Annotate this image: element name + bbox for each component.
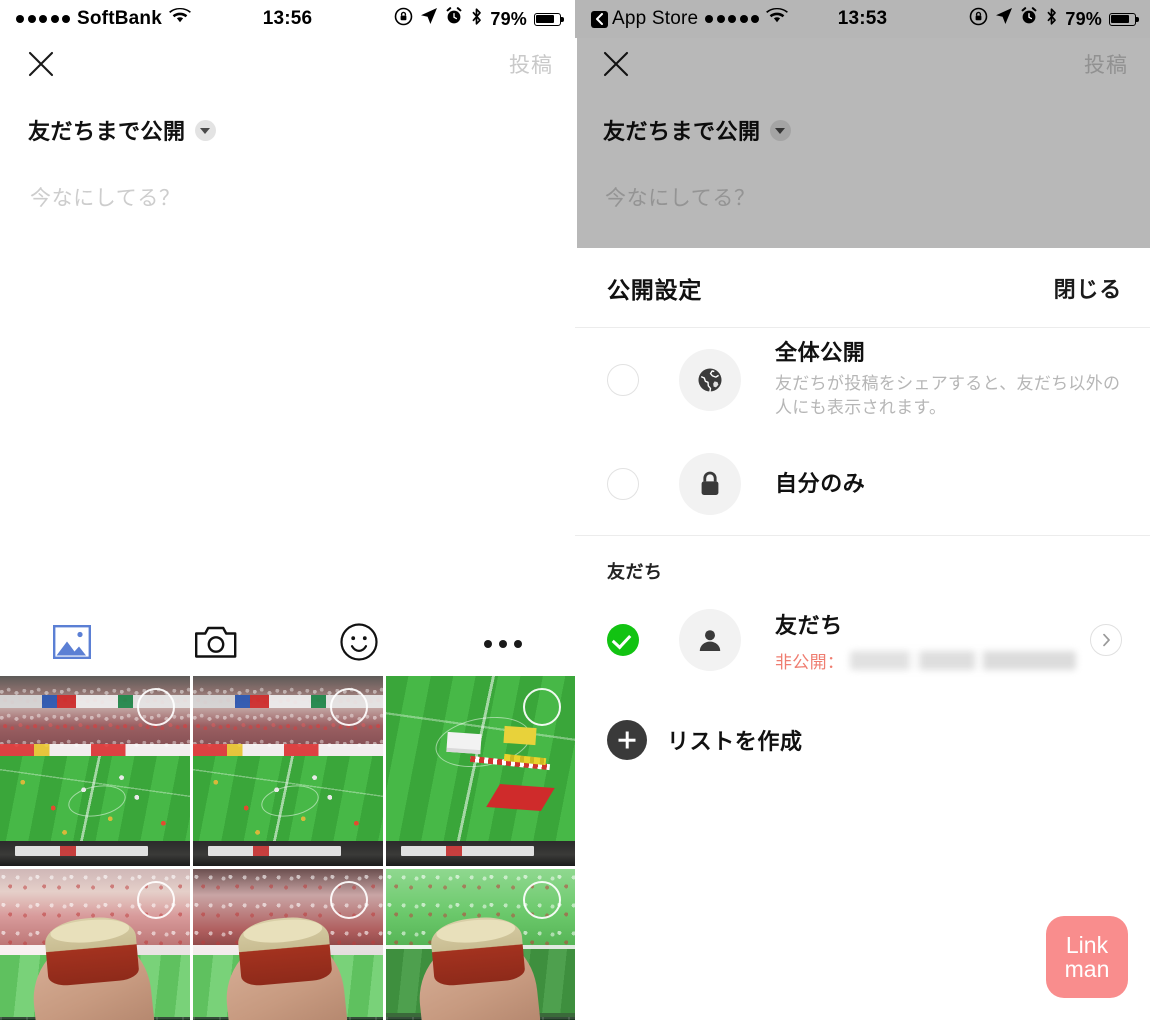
audience-label: 友だちまで公開	[28, 119, 186, 144]
privacy-option-texts: 全体公開 友だちが投稿をシェアすると、友だち以外の人にも表示されます。	[775, 339, 1122, 421]
attachment-toolbar	[0, 612, 575, 676]
post-text-input[interactable]: 今なにしてる？	[0, 146, 575, 212]
photo-thumbnail[interactable]	[386, 869, 575, 1020]
privacy-option-texts: 自分のみ	[775, 470, 1122, 498]
alarm-clock-icon	[1020, 7, 1038, 31]
photo-library-button[interactable]	[0, 624, 144, 664]
battery-percent-label: 79%	[490, 8, 527, 29]
linkman-watermark: Link man	[1046, 916, 1128, 998]
more-button[interactable]	[431, 640, 575, 648]
photo-grid	[0, 676, 575, 1020]
sticker-button[interactable]	[288, 622, 432, 666]
sticker-icon	[340, 622, 378, 666]
privacy-option-public[interactable]: 全体公開 友だちが投稿をシェアすると、友だち以外の人にも表示されます。	[575, 328, 1150, 432]
carrier-label: SoftBank	[77, 8, 162, 29]
back-to-app-button[interactable]: App Store	[591, 8, 698, 30]
battery-icon	[1109, 12, 1139, 26]
photo-library-icon	[52, 624, 91, 664]
privacy-status-label: 非公開：	[775, 652, 845, 672]
globe-icon	[679, 349, 741, 411]
friend-privacy-line: 非公開：	[775, 648, 1076, 673]
battery-percent-label: 79%	[1065, 8, 1102, 29]
plus-icon	[607, 720, 647, 760]
photo-thumbnail[interactable]	[0, 869, 190, 1020]
photo-select-ring[interactable]	[523, 688, 561, 726]
privacy-option-title: 全体公開	[775, 340, 866, 366]
location-arrow-icon	[420, 7, 438, 31]
post-text-input[interactable]: 今なにしてる？	[575, 146, 1150, 212]
radio-button[interactable]	[607, 364, 639, 396]
status-bar-right: App Store 13:53 79%	[575, 0, 1150, 38]
post-button[interactable]: 投稿	[509, 49, 553, 79]
audience-label: 友だちまで公開	[603, 119, 761, 144]
photo-thumbnail[interactable]	[193, 676, 383, 866]
friend-list-name: 友だち	[775, 612, 843, 638]
photo-select-ring[interactable]	[137, 688, 175, 726]
composer-left: 投稿 友だちまで公開 今なにしてる？	[0, 38, 575, 212]
privacy-option-only-me[interactable]: 自分のみ	[575, 432, 1150, 536]
friend-list-row[interactable]: 友だち 非公開：	[575, 594, 1150, 690]
privacy-option-subtitle: 友だちが投稿をシェアすると、友だち以外の人にも表示されます。	[775, 373, 1121, 418]
create-list-button[interactable]: リストを作成	[575, 690, 1150, 760]
right-screen: App Store 13:53 79% 投稿 友だちまで公開 今なにしてる？ 公…	[575, 0, 1150, 1020]
camera-button[interactable]	[144, 625, 288, 664]
photo-thumbnail[interactable]	[386, 676, 575, 866]
radio-button-selected[interactable]	[607, 624, 639, 656]
composer-right: 投稿 友だちまで公開 今なにしてる？	[575, 38, 1150, 212]
wifi-icon	[766, 7, 789, 30]
photo-select-ring[interactable]	[137, 881, 175, 919]
chevron-left-icon	[591, 10, 608, 28]
photo-select-ring[interactable]	[523, 881, 561, 919]
watermark-line-1: Link	[1065, 931, 1109, 958]
alarm-clock-icon	[445, 7, 463, 31]
dual-screenshot-container: SoftBank 13:56 79% 投稿 友だちまで公開 今なにしてる？ Ap…	[0, 0, 1150, 1020]
sheet-title: 公開設定	[607, 276, 703, 303]
post-button[interactable]: 投稿	[1084, 49, 1128, 79]
close-icon[interactable]	[26, 49, 56, 79]
location-arrow-icon	[995, 7, 1013, 31]
back-app-label: App Store	[612, 8, 699, 29]
audience-selector[interactable]: 友だちまで公開	[575, 90, 1150, 146]
composer-toolbar-left: 投稿	[0, 38, 575, 90]
radio-button[interactable]	[607, 467, 639, 500]
composer-toolbar-right: 投稿	[575, 38, 1150, 90]
battery-icon	[534, 12, 564, 26]
wifi-icon	[169, 7, 191, 30]
person-icon	[679, 609, 741, 671]
privacy-option-title: 自分のみ	[775, 470, 866, 496]
photo-thumbnail[interactable]	[0, 676, 190, 866]
bluetooth-icon	[470, 7, 483, 32]
sheet-close-button[interactable]: 閉じる	[1054, 272, 1122, 304]
rotation-lock-icon	[969, 7, 988, 32]
chevron-right-icon[interactable]	[1090, 624, 1122, 656]
status-bar-left-group: SoftBank	[16, 7, 191, 30]
status-bar-left: SoftBank 13:56 79%	[0, 0, 575, 38]
bluetooth-icon	[1045, 7, 1058, 32]
sheet-header: 公開設定 閉じる	[575, 248, 1150, 328]
more-icon	[484, 640, 523, 648]
photo-thumbnail[interactable]	[193, 869, 383, 1020]
create-list-label: リストを作成	[667, 729, 803, 754]
status-bar-right-group: 79%	[394, 7, 564, 32]
audience-selector[interactable]: 友だちまで公開	[0, 90, 575, 146]
lock-icon	[679, 452, 741, 515]
chevron-down-icon[interactable]	[769, 119, 791, 141]
status-bar-left-group: App Store	[591, 7, 789, 30]
photo-select-ring[interactable]	[330, 688, 368, 726]
signal-dots-icon	[16, 15, 70, 23]
signal-dots-icon	[705, 15, 760, 23]
rotation-lock-icon	[394, 7, 413, 32]
status-bar-right-group: 79%	[969, 7, 1139, 32]
close-icon[interactable]	[601, 49, 631, 79]
friend-row-texts: 友だち 非公開：	[775, 608, 1076, 673]
friends-section-label: 友だち	[607, 562, 663, 582]
watermark-line-2: man	[1064, 956, 1110, 982]
left-screen: SoftBank 13:56 79% 投稿 友だちまで公開 今なにしてる？	[0, 0, 575, 1020]
blurred-privacy-value	[850, 650, 1076, 670]
privacy-settings-sheet: 公開設定 閉じる 全体公開 友だちが投稿をシェアすると、友だち以外の人にも表示さ…	[575, 248, 1150, 1020]
photo-select-ring[interactable]	[330, 881, 368, 919]
camera-icon	[194, 625, 237, 664]
chevron-down-icon[interactable]	[194, 119, 216, 141]
